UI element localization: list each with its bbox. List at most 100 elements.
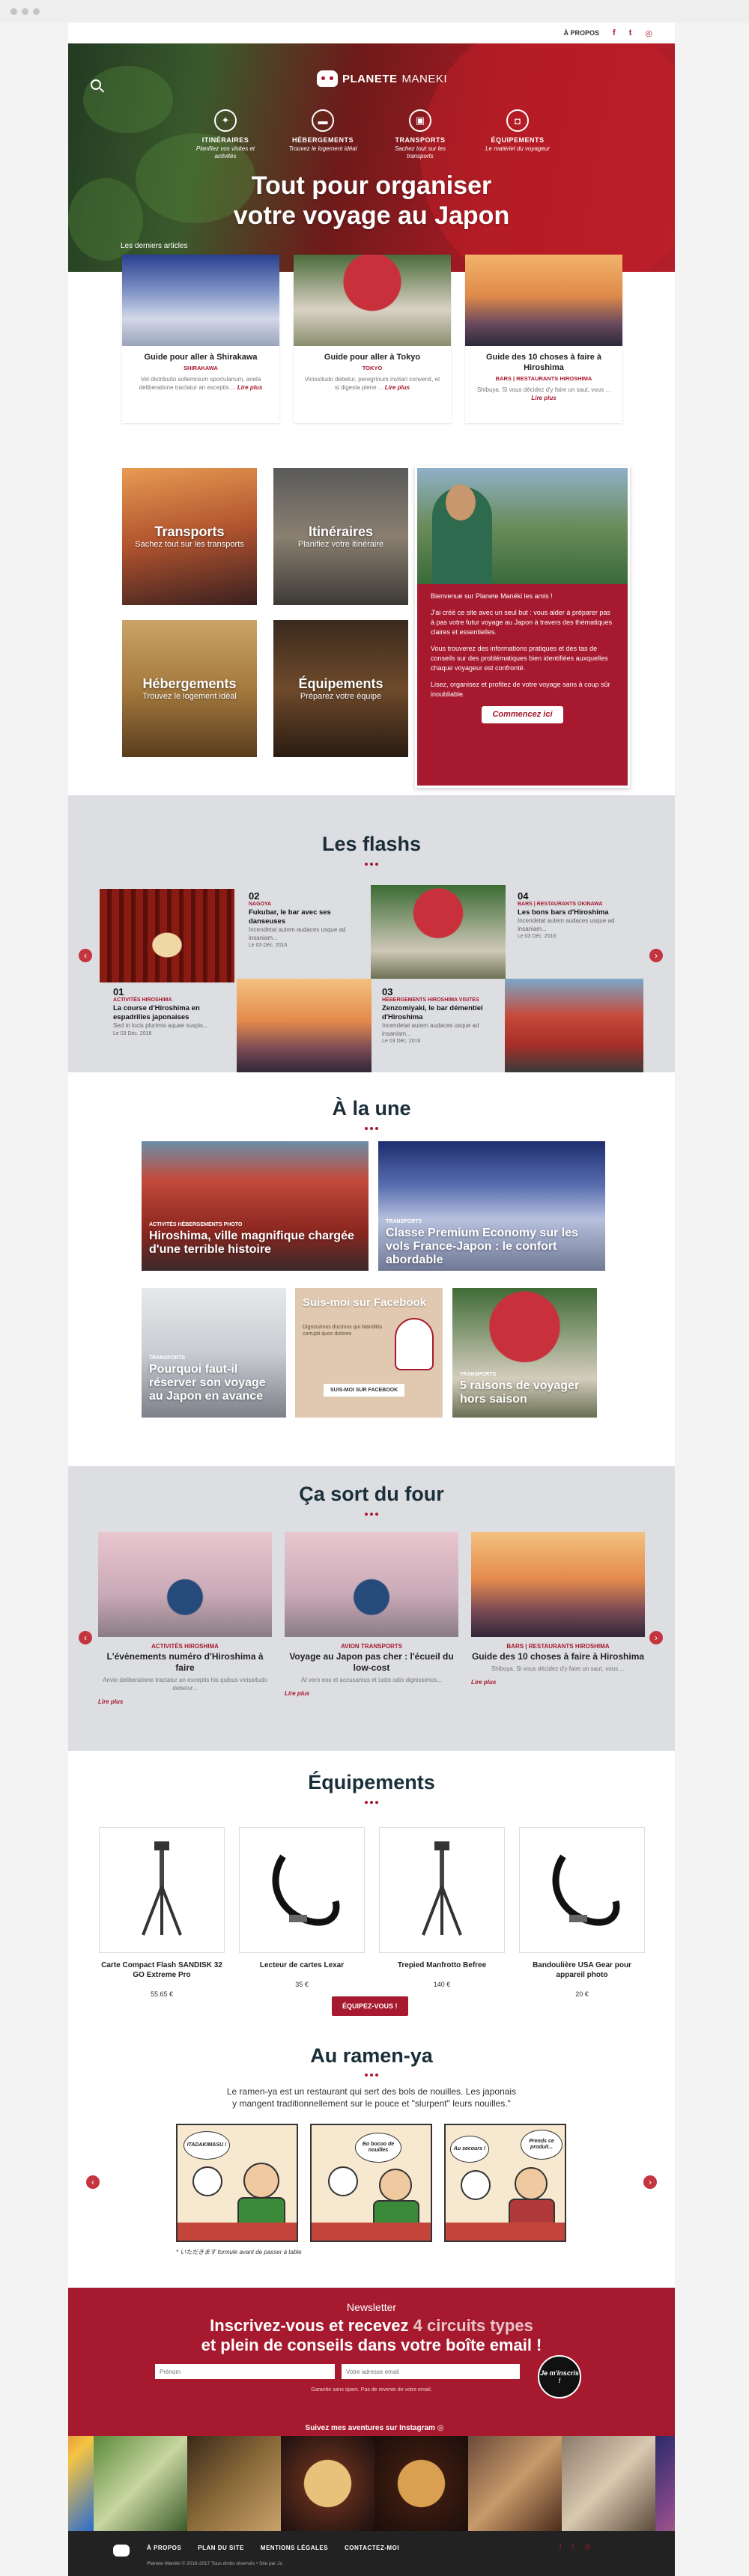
flash-image[interactable] [371, 885, 506, 979]
email-input[interactable] [342, 2364, 520, 2379]
article-card[interactable]: Guide des 10 choses à faire à Hiroshima … [465, 255, 622, 423]
equip-button[interactable]: ÉQUIPEZ-VOUS ! [332, 1996, 408, 2016]
flash-image[interactable] [237, 979, 372, 1072]
instagram-label[interactable]: Suivez mes aventures sur Instagram ◎ [68, 2421, 675, 2436]
section-title: Équipements [308, 1771, 435, 1793]
hero-nav-hebergements[interactable]: ▬ HÉBERGEMENTS Trouvez le logement idéal [285, 109, 360, 160]
instagram-strip: Suivez mes aventures sur Instagram ◎ [68, 2421, 675, 2531]
welcome-panel: Bienvenue sur Planete Manéki les amis ! … [415, 466, 630, 788]
featured-card[interactable]: TRANSPORTS 5 raisons de voyager hors sai… [452, 1288, 597, 1418]
tile-itineraires[interactable]: Itinéraires Planifiez votre itinéraire [273, 468, 408, 605]
article-category[interactable]: BARS | RESTAURANTS HIROSHIMA [465, 375, 622, 382]
equipment-card[interactable]: Trepied Manfrotto Befree 140 € [379, 1827, 505, 1988]
flash-item[interactable]: 02 NAGOYA Fukubar, le bar avec ses danseus… [249, 891, 369, 950]
twitter-icon[interactable]: t [571, 2543, 574, 2551]
search-icon[interactable] [91, 79, 101, 90]
instagram-photo[interactable] [94, 2436, 187, 2531]
instagram-photo[interactable] [281, 2436, 374, 2531]
hero-nav-title: TRANSPORTS [395, 136, 446, 144]
article-card[interactable]: Guide pour aller à Shirakawa SHIRAKAWA V… [122, 255, 279, 423]
firstname-input[interactable] [155, 2364, 335, 2379]
footer-link-sitemap[interactable]: PLAN DU SITE [198, 2545, 244, 2551]
carousel-prev-button[interactable]: ‹ [79, 1631, 92, 1644]
facebook-icon[interactable]: f [560, 2543, 562, 2551]
read-more-link[interactable]: Lire plus [531, 395, 556, 401]
tile-transports[interactable]: Transports Sachez tout sur les transports [122, 468, 257, 605]
hero-nav-equipements[interactable]: ◘ ÉQUIPEMENTS Le matériel du voyageur [480, 109, 555, 160]
article-image [465, 255, 622, 346]
start-here-button[interactable]: Commencez ici [482, 706, 563, 723]
welcome-text: Vous trouverez des informations pratique… [431, 645, 608, 672]
section-title: À la une [332, 1097, 411, 1120]
article-image [294, 255, 451, 346]
site-logo[interactable]: PLANETE MANEKI [317, 70, 447, 87]
latest-articles-label: Les derniers articles [121, 242, 188, 250]
fresh-card[interactable]: ACTIVITÉS HIROSHIMA L'évènements numéro … [98, 1532, 272, 1705]
instagram-photo[interactable] [187, 2436, 281, 2531]
twitter-icon[interactable]: t [629, 28, 632, 37]
tile-hebergements[interactable]: Hébergements Trouvez le logement idéal [122, 620, 257, 757]
equipment-card[interactable]: Lecteur de cartes Lexar 35 € [239, 1827, 365, 1988]
strap-image [519, 1827, 645, 1953]
footer-link-legal[interactable]: MENTIONS LÉGALES [261, 2545, 328, 2551]
article-image [122, 255, 279, 346]
flash-item[interactable]: 01 ACTIVITÉS HIROSHIMA La course d'Hiroshi… [113, 987, 225, 1038]
hero-nav-sub: Planifiez vos visites et activités [195, 145, 255, 160]
flash-item[interactable]: 03 HÉBERGEMENTS HIROSHIMA VISITES Zenzomiy… [382, 987, 502, 1046]
article-title: Guide pour aller à Tokyo [324, 353, 421, 362]
comic-panel: Au secours ! Prends ce produit... [444, 2124, 566, 2242]
instagram-photo[interactable] [655, 2436, 675, 2531]
window-dot[interactable] [22, 8, 28, 15]
footer-link-contact[interactable]: CONTACTEZ-MOI [345, 2545, 399, 2551]
read-more-link[interactable]: Lire plus [385, 384, 410, 391]
flash-item[interactable]: 04 BARS | RESTAURANTS OKINAWA Les bons bar… [518, 891, 637, 941]
apropos-link[interactable]: À PROPOS [564, 29, 600, 37]
flashs-section: Les flashs ‹ › 02 NAGOYA Fukubar, le bar a… [68, 795, 675, 1072]
featured-card[interactable]: ACTIVITÉS HÉBERGEMENTS PHOTO Hiroshima, … [142, 1141, 369, 1271]
hero-nav-transports[interactable]: ▣ TRANSPORTS Sachez tout sur les transpo… [383, 109, 458, 160]
strap-image [239, 1827, 365, 1953]
carousel-prev-button[interactable]: ‹ [79, 949, 92, 962]
article-category[interactable]: SHIRAKAWA [122, 365, 279, 371]
instagram-photo[interactable] [562, 2436, 655, 2531]
hero-nav-itineraires[interactable]: ✦ ITINÉRAIRES Planifiez vos visites et a… [188, 109, 263, 160]
section-title: Les flashs [321, 833, 422, 855]
newsletter-section: Newsletter Inscrivez-vous et recevez 4 c… [68, 2288, 675, 2421]
flash-image[interactable] [100, 889, 234, 982]
carousel-next-button[interactable]: › [649, 1631, 663, 1644]
carousel-prev-button[interactable]: ‹ [86, 2175, 100, 2189]
equipment-card[interactable]: Bandoulière USA Gear pour appareil photo… [519, 1827, 645, 1998]
article-image [471, 1532, 645, 1637]
equipment-card[interactable]: Carte Compact Flash SANDISK 32 GO Extrem… [99, 1827, 225, 1998]
instagram-photo[interactable] [374, 2436, 468, 2531]
newsletter-title: Inscrivez-vous et recevez 4 circuits typ… [201, 2316, 542, 2354]
article-category[interactable]: TOKYO [294, 365, 451, 371]
facebook-promo-sub: Dignissimos ducimus qui blanditiis corru… [303, 1325, 383, 1337]
fresh-card[interactable]: BARS | RESTAURANTS HIROSHIMA Guide des 1… [471, 1532, 645, 1686]
read-more-link[interactable]: Lire plus [237, 384, 262, 391]
instagram-icon[interactable]: ◎ [645, 28, 652, 38]
tile-equipements[interactable]: Équipements Préparez votre équipe [273, 620, 408, 757]
hero-title: Tout pour organiser votre voyage au Japon [233, 171, 510, 230]
window-dot[interactable] [33, 8, 40, 15]
facebook-follow-button[interactable]: SUIS-MOI SUR FACEBOOK [324, 1384, 405, 1397]
welcome-text: Bienvenue sur Planete Manéki les amis ! [431, 592, 553, 600]
featured-card[interactable]: TRANSPORTS Classe Premium Economy sur le… [378, 1141, 605, 1271]
instagram-photo[interactable] [468, 2436, 562, 2531]
footer-link-apropos[interactable]: À PROPOS [147, 2545, 181, 2551]
article-title: Guide des 10 choses à faire à Hiroshima [485, 353, 602, 372]
article-image [285, 1532, 458, 1637]
article-excerpt: Vicissitudo debetur, peregrinum invitari… [304, 376, 440, 391]
instagram-photo[interactable] [68, 2436, 94, 2531]
article-image [98, 1532, 272, 1637]
flash-image[interactable] [505, 979, 643, 1072]
carousel-next-button[interactable]: › [643, 2175, 657, 2189]
featured-card[interactable]: TRANSPORTS Pourquoi faut-il réserver son… [142, 1288, 286, 1418]
footer-logo[interactable] [113, 2545, 130, 2557]
facebook-icon[interactable]: f [613, 28, 616, 37]
carousel-next-button[interactable]: › [649, 949, 663, 962]
article-card[interactable]: Guide pour aller à Tokyo TOKYO Vicissitu… [294, 255, 451, 423]
instagram-icon[interactable]: ◎ [584, 2543, 591, 2551]
fresh-card[interactable]: AVION TRANSPORTS Voyage au Japon pas che… [285, 1532, 458, 1697]
window-dot[interactable] [10, 8, 17, 15]
